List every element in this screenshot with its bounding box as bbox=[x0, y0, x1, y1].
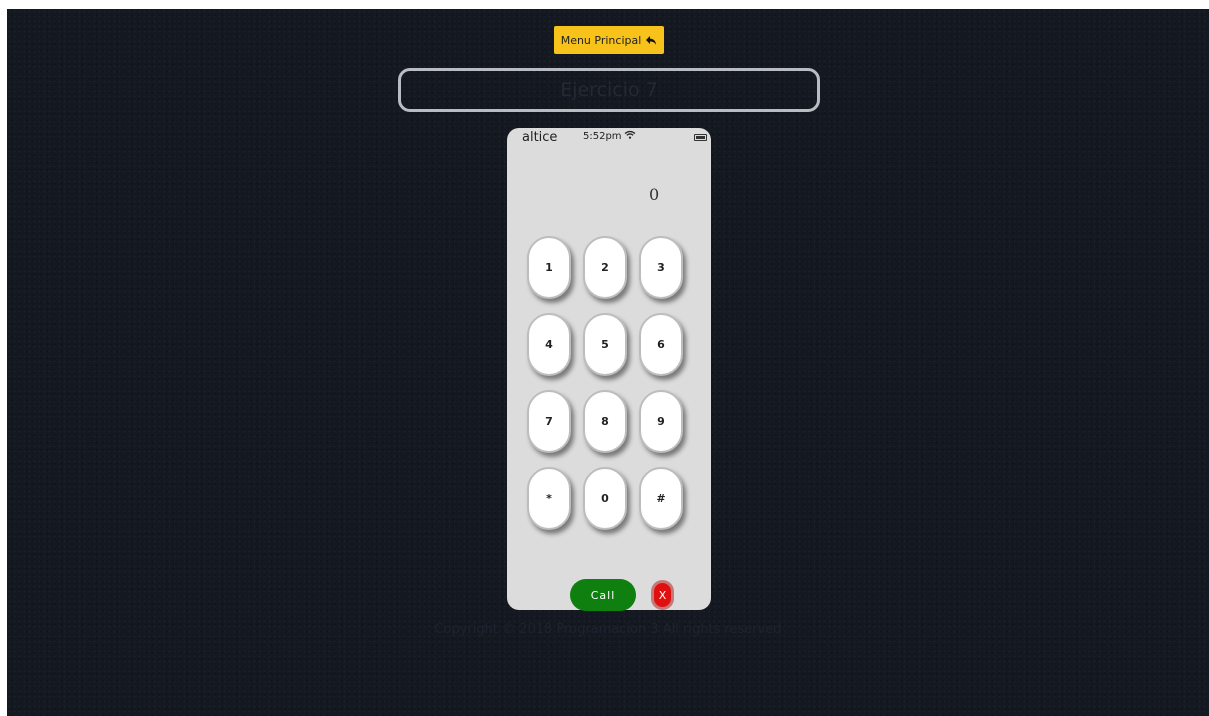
key-4[interactable]: 4 bbox=[527, 313, 571, 376]
status-time-group: 5:52pm bbox=[583, 130, 636, 142]
delete-button[interactable]: X bbox=[651, 580, 674, 610]
key-3[interactable]: 3 bbox=[639, 236, 683, 299]
key-5[interactable]: 5 bbox=[583, 313, 627, 376]
key-8[interactable]: 8 bbox=[583, 390, 627, 453]
key-0[interactable]: 0 bbox=[583, 467, 627, 530]
phone-mockup: altice 5:52pm 0 1 2 3 4 5 6 7 8 9 * 0 # … bbox=[507, 128, 711, 611]
call-button[interactable]: Call bbox=[570, 579, 636, 611]
key-star[interactable]: * bbox=[527, 467, 571, 530]
key-7[interactable]: 7 bbox=[527, 390, 571, 453]
page-background: Menu Principal Ejercicio 7 altice 5:52pm… bbox=[7, 9, 1209, 716]
key-2[interactable]: 2 bbox=[583, 236, 627, 299]
status-time: 5:52pm bbox=[583, 130, 622, 142]
key-6[interactable]: 6 bbox=[639, 313, 683, 376]
dial-display: 0 bbox=[649, 185, 660, 204]
key-9[interactable]: 9 bbox=[639, 390, 683, 453]
carrier-label: altice bbox=[522, 130, 558, 145]
key-hash[interactable]: # bbox=[639, 467, 683, 530]
copyright-footer: Copyright © 2018 Programacion 3 All righ… bbox=[434, 622, 782, 637]
menu-principal-label: Menu Principal bbox=[560, 33, 642, 47]
reply-arrow-icon bbox=[645, 35, 657, 46]
menu-principal-button[interactable]: Menu Principal bbox=[554, 26, 664, 54]
exercise-title: Ejercicio 7 bbox=[398, 68, 820, 112]
keypad: 1 2 3 4 5 6 7 8 9 * 0 # bbox=[527, 236, 683, 530]
key-1[interactable]: 1 bbox=[527, 236, 571, 299]
battery-icon bbox=[694, 134, 707, 141]
wifi-icon bbox=[624, 130, 636, 142]
